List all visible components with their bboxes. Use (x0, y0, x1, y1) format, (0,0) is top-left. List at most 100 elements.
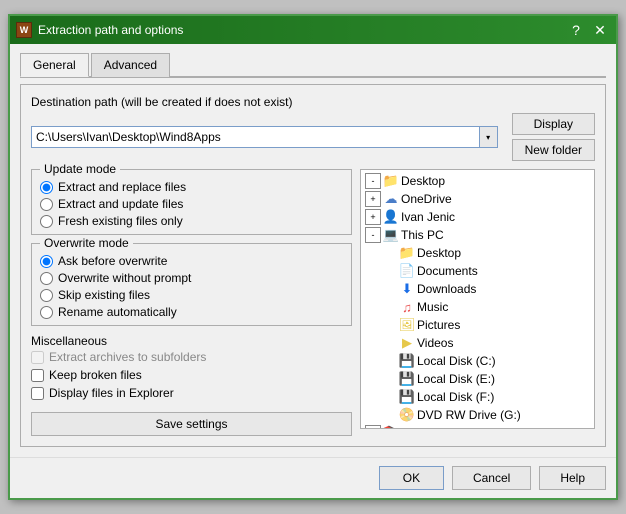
tree-item-label: DVD RW Drive (G:) (417, 408, 521, 422)
folder-tree[interactable]: -📁Desktop+☁OneDrive+👤Ivan Jenic-💻This PC… (360, 169, 595, 429)
tree-expander[interactable] (381, 407, 397, 423)
tree-item[interactable]: +☁OneDrive (363, 190, 592, 208)
tree-expander[interactable] (381, 317, 397, 333)
misc-option-keep-broken[interactable]: Keep broken files (31, 368, 352, 382)
destination-dropdown-btn[interactable]: ▾ (480, 126, 498, 148)
update-radio-fresh-only[interactable] (40, 215, 53, 228)
tree-expander[interactable] (381, 245, 397, 261)
tree-item[interactable]: +📚Libraries (363, 424, 592, 429)
update-option-extract-update[interactable]: Extract and update files (40, 197, 343, 211)
help-button[interactable]: ? (566, 20, 586, 40)
misc-checkbox-keep-broken[interactable] (31, 369, 44, 382)
tree-item-label: Downloads (417, 282, 476, 296)
tree-expander[interactable]: + (365, 209, 381, 225)
overwrite-radio-skip[interactable] (40, 289, 53, 302)
tree-item[interactable]: -💻This PC (363, 226, 592, 244)
tree-folder-icon: 📄 (399, 264, 415, 278)
tree-folder-icon: 📁 (399, 246, 415, 260)
tree-expander[interactable]: + (365, 191, 381, 207)
display-button[interactable]: Display (512, 113, 595, 135)
tree-folder-icon: 💾 (399, 372, 415, 386)
tree-expander[interactable]: - (365, 173, 381, 189)
tree-expander[interactable] (381, 281, 397, 297)
save-settings-row: Save settings (31, 412, 352, 436)
new-folder-button[interactable]: New folder (512, 139, 595, 161)
tree-folder-icon: 📀 (399, 408, 415, 422)
tab-general[interactable]: General (20, 53, 89, 77)
tree-expander[interactable]: + (365, 425, 381, 429)
tree-expander[interactable] (381, 389, 397, 405)
help-footer-button[interactable]: Help (539, 466, 606, 490)
cancel-button[interactable]: Cancel (452, 466, 531, 490)
close-button[interactable]: ✕ (590, 20, 610, 40)
window-controls: ? ✕ (566, 20, 610, 40)
tab-bar: General Advanced (20, 52, 606, 78)
tree-item-label: Ivan Jenic (401, 210, 455, 224)
tree-item-label: Pictures (417, 318, 460, 332)
tree-item-label: Libraries (401, 426, 447, 429)
tree-folder-icon: ☁ (383, 192, 399, 206)
tree-item-label: This PC (401, 228, 444, 242)
tree-item-label: Videos (417, 336, 453, 350)
overwrite-option-without-prompt[interactable]: Overwrite without prompt (40, 271, 343, 285)
tree-item[interactable]: 💾Local Disk (F:) (363, 388, 592, 406)
tree-item[interactable]: ▶Videos (363, 334, 592, 352)
overwrite-option-ask[interactable]: Ask before overwrite (40, 254, 343, 268)
tree-item[interactable]: 📁Desktop (363, 244, 592, 262)
main-content: Update mode Extract and replace files Ex… (31, 169, 595, 436)
tree-item[interactable]: +👤Ivan Jenic (363, 208, 592, 226)
tree-expander[interactable] (381, 335, 397, 351)
miscellaneous-label: Miscellaneous (31, 334, 352, 348)
update-mode-label: Update mode (40, 162, 120, 176)
tree-item-label: Desktop (417, 246, 461, 260)
overwrite-mode-group: Overwrite mode Ask before overwrite Over… (31, 243, 352, 326)
tree-item[interactable]: 🖼Pictures (363, 316, 592, 334)
overwrite-radio-rename[interactable] (40, 306, 53, 319)
update-option-fresh-only[interactable]: Fresh existing files only (40, 214, 343, 228)
tree-folder-icon: ▶ (399, 336, 415, 350)
misc-option-extract-subfolders[interactable]: Extract archives to subfolders (31, 350, 352, 364)
update-radio-extract-update[interactable] (40, 198, 53, 211)
misc-checkbox-display-explorer[interactable] (31, 387, 44, 400)
overwrite-mode-options: Ask before overwrite Overwrite without p… (40, 254, 343, 319)
tree-item[interactable]: 💾Local Disk (E:) (363, 370, 592, 388)
tree-item-label: Local Disk (E:) (417, 372, 495, 386)
update-mode-group: Update mode Extract and replace files Ex… (31, 169, 352, 235)
tree-item[interactable]: 💾Local Disk (C:) (363, 352, 592, 370)
tree-expander[interactable] (381, 353, 397, 369)
misc-option-display-explorer[interactable]: Display files in Explorer (31, 386, 352, 400)
tree-folder-icon: ⬇ (399, 282, 415, 296)
destination-input[interactable] (31, 126, 480, 148)
misc-checkbox-extract-subfolders[interactable] (31, 351, 44, 364)
tree-expander[interactable] (381, 371, 397, 387)
dialog-body: General Advanced Destination path (will … (10, 44, 616, 457)
tab-advanced[interactable]: Advanced (91, 53, 170, 77)
tree-item[interactable]: -📁Desktop (363, 172, 592, 190)
update-option-extract-replace[interactable]: Extract and replace files (40, 180, 343, 194)
tree-item[interactable]: ♫Music (363, 298, 592, 316)
ok-button[interactable]: OK (379, 466, 444, 490)
app-icon: W (16, 22, 32, 38)
tree-folder-icon: 💾 (399, 390, 415, 404)
tree-folder-icon: 🖼 (399, 318, 415, 332)
destination-label: Destination path (will be created if doe… (31, 95, 595, 109)
dialog-title: Extraction path and options (38, 23, 560, 37)
save-settings-button[interactable]: Save settings (31, 412, 352, 436)
tree-item[interactable]: ⬇Downloads (363, 280, 592, 298)
tree-folder-icon: 💾 (399, 354, 415, 368)
tree-item[interactable]: 📀DVD RW Drive (G:) (363, 406, 592, 424)
overwrite-mode-label: Overwrite mode (40, 236, 133, 250)
tree-item[interactable]: 📄Documents (363, 262, 592, 280)
overwrite-radio-without-prompt[interactable] (40, 272, 53, 285)
update-radio-extract-replace[interactable] (40, 181, 53, 194)
extraction-dialog: W Extraction path and options ? ✕ Genera… (8, 14, 618, 500)
destination-section: Destination path (will be created if doe… (31, 95, 595, 161)
tree-expander[interactable]: - (365, 227, 381, 243)
overwrite-option-rename[interactable]: Rename automatically (40, 305, 343, 319)
tree-item-label: Desktop (401, 174, 445, 188)
overwrite-option-skip[interactable]: Skip existing files (40, 288, 343, 302)
overwrite-radio-ask[interactable] (40, 255, 53, 268)
tree-expander[interactable] (381, 299, 397, 315)
tree-item-label: Local Disk (F:) (417, 390, 494, 404)
tree-expander[interactable] (381, 263, 397, 279)
